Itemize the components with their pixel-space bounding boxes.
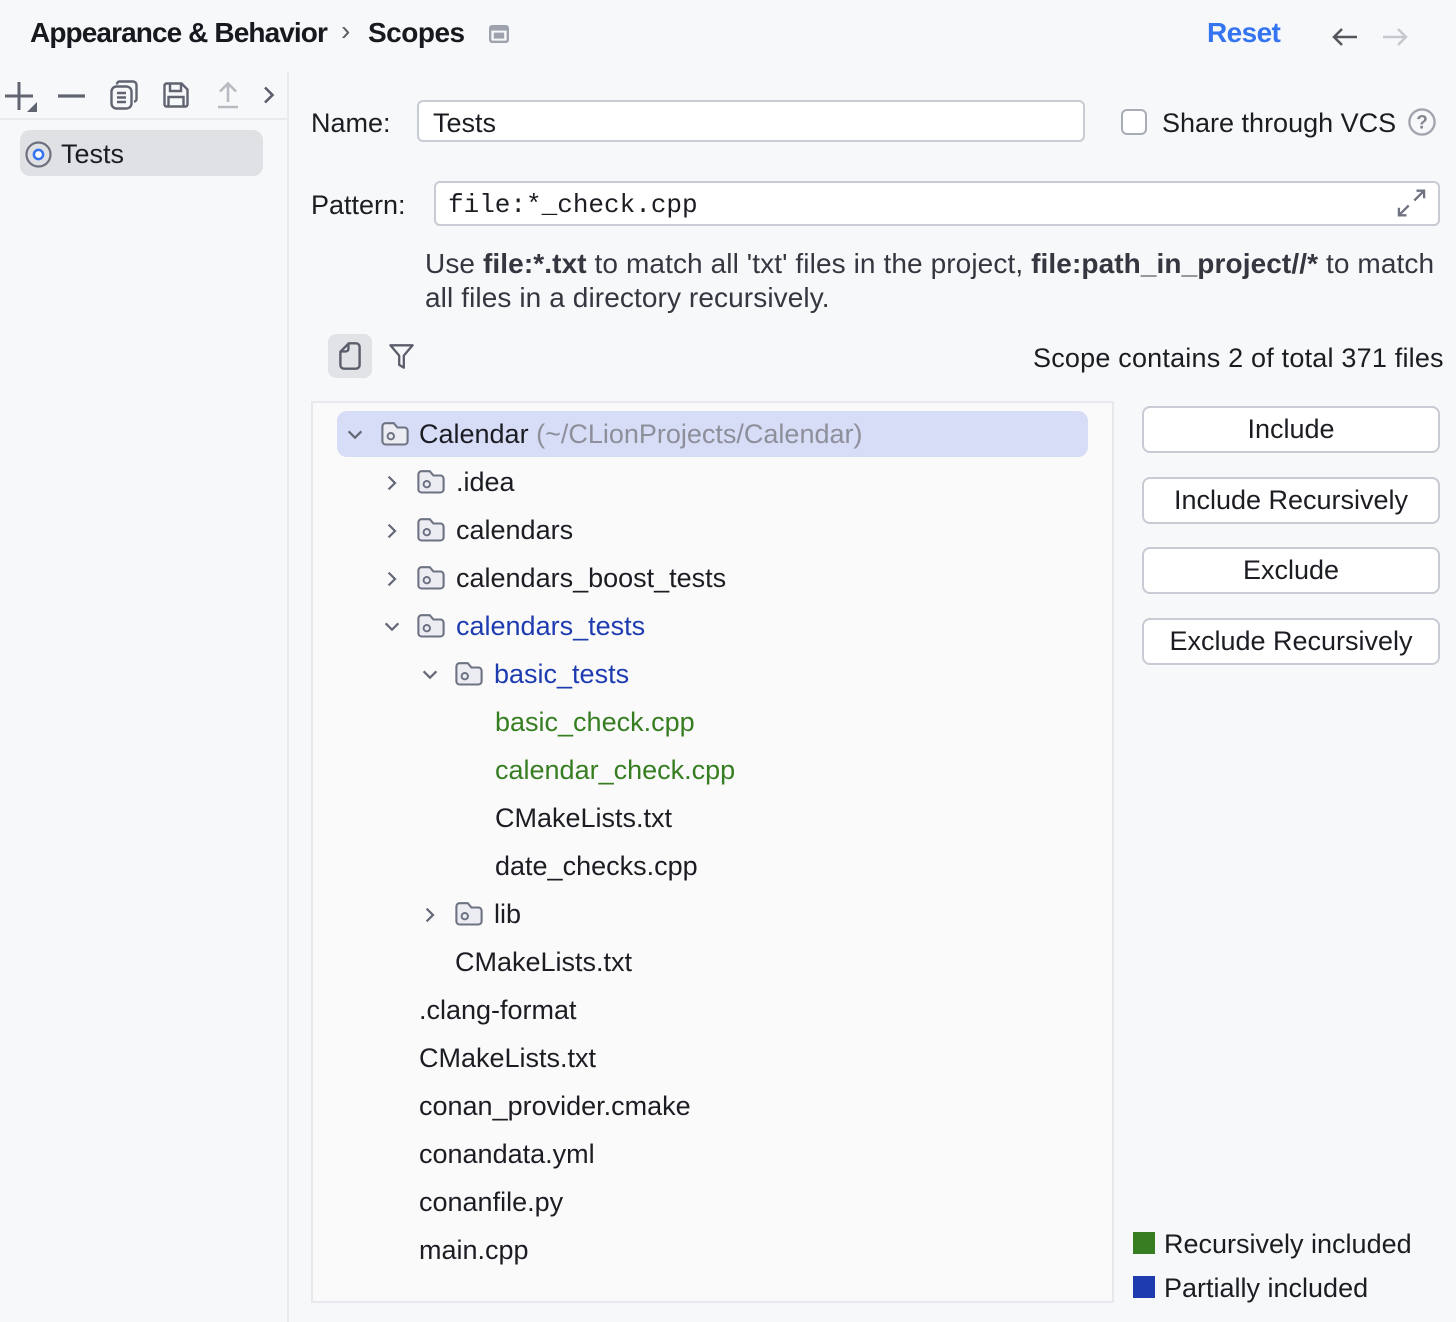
svg-text:?: ? bbox=[1416, 113, 1428, 134]
